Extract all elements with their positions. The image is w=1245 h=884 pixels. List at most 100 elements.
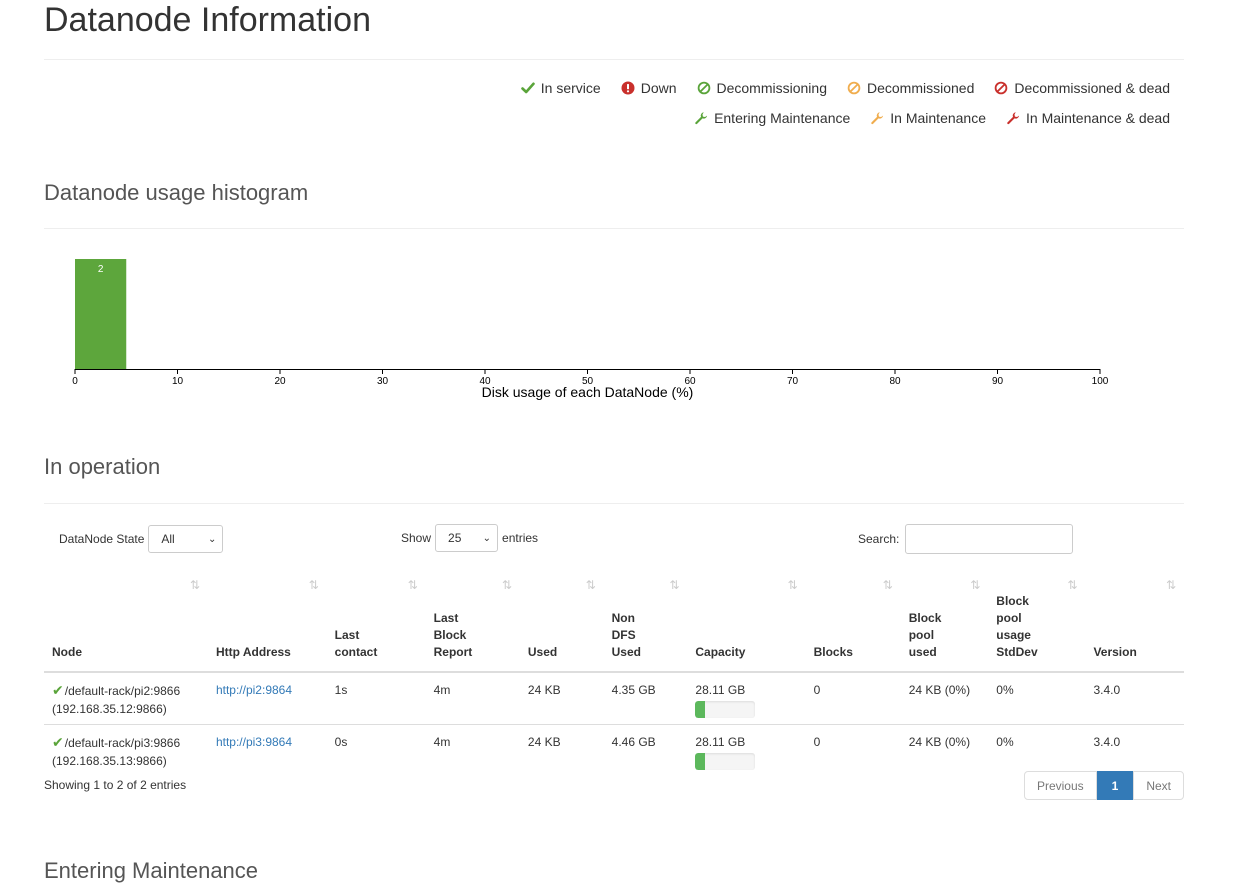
sort-icon[interactable]: ⇅ (309, 577, 319, 594)
column-header[interactable]: ⇅ Version (1085, 575, 1184, 673)
column-header-line: used (908, 645, 937, 659)
column-header-line: Blocks (813, 645, 853, 659)
check-icon: ✔ (52, 734, 64, 750)
non-dfs-used-cell: 4.35 GB (603, 672, 688, 725)
sort-icon[interactable]: ⇅ (669, 577, 679, 594)
column-header-line: Version (1093, 645, 1137, 659)
block-pool-used: 24 KB (0%) (908, 735, 971, 749)
column-header[interactable]: ⇅ Block pool usage StdDev (988, 575, 1086, 673)
block-pool-used: 24 KB (0%) (908, 683, 971, 697)
entering-maintenance-title: Entering Maintenance (44, 858, 259, 883)
x-tick-label: 30 (377, 376, 389, 387)
column-header[interactable]: ⇅ Used (519, 575, 604, 673)
page-length-value: 25 (448, 531, 462, 545)
column-header-line: StdDev (996, 645, 1038, 659)
datanode-state-select[interactable]: All ⌄ (148, 525, 224, 553)
legend-label: Decommissioned & dead (1014, 80, 1170, 96)
blocks-cell: 0 (806, 725, 901, 777)
legend-item: Decommissioned (847, 80, 974, 96)
next-page-button[interactable]: Next (1133, 771, 1184, 800)
page-1-button[interactable]: 1 (1096, 771, 1134, 800)
block-pool-stddev: 0% (996, 683, 1014, 697)
column-header-label: Last contact (335, 609, 418, 661)
legend-item: In Maintenance (870, 110, 986, 126)
column-header[interactable]: ⇅ Block pool used (900, 575, 989, 673)
sort-icon[interactable]: ⇅ (883, 577, 893, 594)
title-divider (44, 59, 1184, 60)
ban-circle-icon (697, 81, 711, 95)
in-operation-divider (44, 503, 1184, 504)
blocks: 0 (813, 683, 821, 697)
search-control: Search: (858, 524, 1074, 554)
sort-icon[interactable]: ⇅ (970, 577, 980, 594)
sort-icon[interactable]: ⇅ (1166, 577, 1176, 594)
datanode-state-value: All (161, 532, 175, 546)
capacity-cell: 28.11 GB (687, 672, 806, 725)
histogram-divider (44, 228, 1184, 229)
search-label: Search: (858, 532, 900, 546)
sort-icon[interactable]: ⇅ (502, 577, 512, 594)
column-header-label: Http Address (216, 626, 319, 661)
stddev-cell: 0% (988, 725, 1085, 777)
search-input[interactable] (905, 524, 1074, 554)
table-row: ✔/default-rack/pi3:9866 (192.168.35.13:98… (44, 725, 1184, 777)
column-header[interactable]: ⇅ Capacity (687, 575, 806, 673)
sort-icon[interactable]: ⇅ (190, 577, 200, 594)
stddev-cell: 0% (988, 672, 1086, 725)
capacity-cell: 28.11 GB (687, 725, 805, 777)
legend-item: Decommissioning (697, 80, 827, 96)
http-address-link[interactable]: http://pi3:9864 (216, 735, 292, 749)
sort-icon[interactable]: ⇅ (1067, 577, 1077, 594)
column-header[interactable]: ⇅ Non DFS Used (603, 575, 688, 673)
column-header-label: Blocks (814, 626, 893, 661)
page-length-select[interactable]: 25 ⌄ (435, 524, 499, 552)
http-address-link[interactable]: http://pi2:9864 (216, 683, 292, 697)
used: 24 KB (527, 683, 561, 697)
legend-label: In Maintenance (890, 110, 986, 126)
capacity-progress-fill (695, 753, 705, 770)
check-icon (520, 81, 535, 95)
last-contact-cell: 0s (327, 725, 426, 777)
sort-icon[interactable]: ⇅ (586, 577, 596, 594)
version-cell: 3.4.0 (1085, 725, 1184, 777)
datanode-state-label: DataNode State (59, 532, 145, 546)
ban-circle-icon (847, 81, 861, 95)
column-header[interactable]: ⇅ Node (44, 575, 208, 673)
block-pool-used-cell: 24 KB (0%) (901, 725, 989, 777)
column-header-label: Capacity (695, 626, 797, 661)
column-header[interactable]: ⇅ Blocks (805, 575, 901, 673)
histogram-svg: 20 10 20 30 40 50 60 70 80 90 100Disk usage of eac… (72, 259, 1109, 400)
x-tick-label: 80 (889, 376, 901, 387)
column-header-label: Non DFS Used (612, 592, 680, 661)
column-header-line: usage (996, 628, 1031, 642)
legend-item: Decommissioned & dead (994, 80, 1170, 96)
x-tick-label: 20 (274, 376, 286, 387)
column-header-label: Node (52, 626, 200, 661)
x-tick-label: 0 (72, 376, 78, 387)
legend-item: Down (621, 80, 677, 96)
version: 3.4.0 (1093, 683, 1121, 697)
column-header[interactable]: ⇅ Http Address (207, 575, 327, 673)
usage-histogram: 2 0 10 20 30 40 50 60 70 80 90 100 Disk usage of eac… (44, 240, 1144, 405)
http-cell: http://pi2:9864 (207, 672, 327, 725)
version-cell: 3.4.0 (1085, 672, 1184, 725)
blocks-cell: 0 (805, 672, 901, 725)
non-dfs-used-cell: 4.46 GB (604, 725, 688, 777)
blocks: 0 (813, 735, 821, 749)
column-header-label: Last Block Report (434, 592, 512, 661)
block-pool-used-cell: 24 KB (0%) (900, 672, 989, 725)
legend-label: Down (640, 80, 677, 96)
entries-label: entries (502, 531, 539, 545)
column-header-line: pool (996, 611, 1022, 625)
last-contact: 1s (334, 683, 348, 697)
used-cell: 24 KB (520, 725, 604, 777)
sort-icon[interactable]: ⇅ (408, 577, 418, 594)
column-header-line: contact (334, 645, 378, 659)
previous-page-button[interactable]: Previous (1023, 771, 1097, 800)
column-header-line: Node (52, 645, 82, 659)
legend-item: In Maintenance & dead (1006, 110, 1170, 126)
column-header[interactable]: ⇅ Last contact (326, 575, 426, 673)
column-header[interactable]: ⇅ Last Block Report (425, 575, 520, 673)
column-header-line: Last (433, 611, 459, 625)
sort-icon[interactable]: ⇅ (788, 577, 798, 594)
